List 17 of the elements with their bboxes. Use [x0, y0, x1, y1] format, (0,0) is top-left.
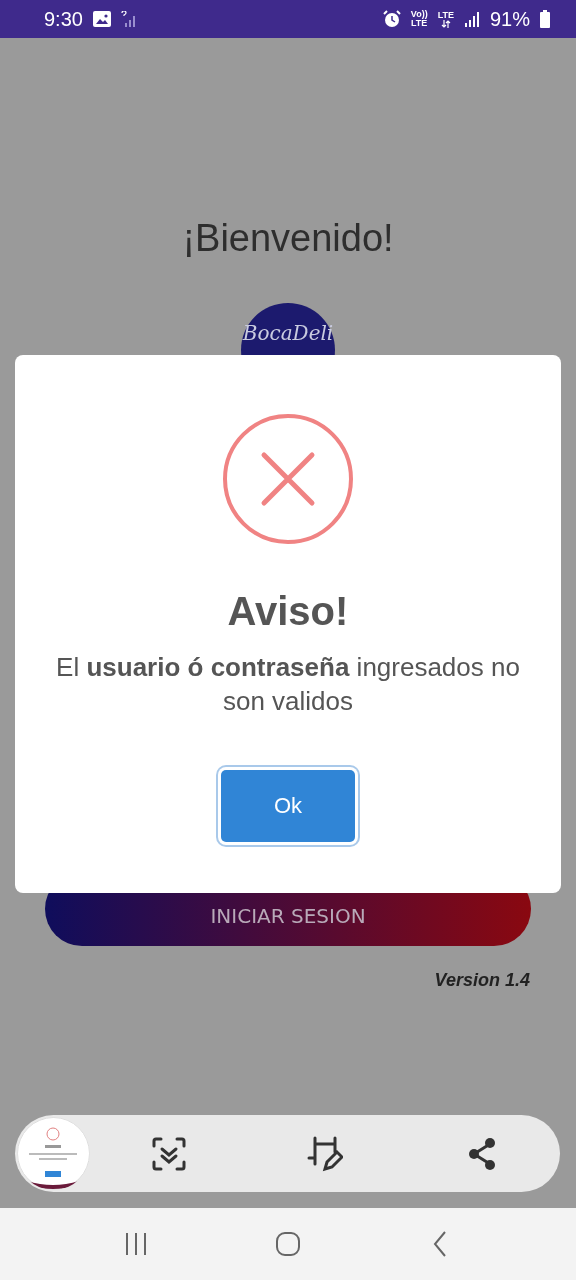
alarm-icon [382, 10, 401, 28]
dialog-title: Aviso! [227, 589, 349, 634]
crop-edit-icon[interactable] [307, 1135, 344, 1172]
welcome-title: ¡Bienvenido! [181, 216, 395, 261]
battery-icon [540, 10, 550, 28]
dialog-message: El usuario ó contraseña ingresados no son validos [55, 651, 521, 718]
clock: 9:30 [44, 7, 83, 31]
home-icon[interactable] [274, 1230, 302, 1258]
network-indicator: LTE [437, 10, 454, 28]
network-indicator: Vo)) LTE [410, 10, 428, 28]
scroll-capture-icon[interactable] [151, 1135, 188, 1172]
signal-icon [463, 11, 480, 27]
version-label: Version 1.4 [433, 970, 530, 991]
battery-level: 91% [489, 7, 530, 31]
error-icon [222, 413, 354, 545]
signal-icon [120, 11, 137, 27]
image-icon [92, 11, 111, 27]
